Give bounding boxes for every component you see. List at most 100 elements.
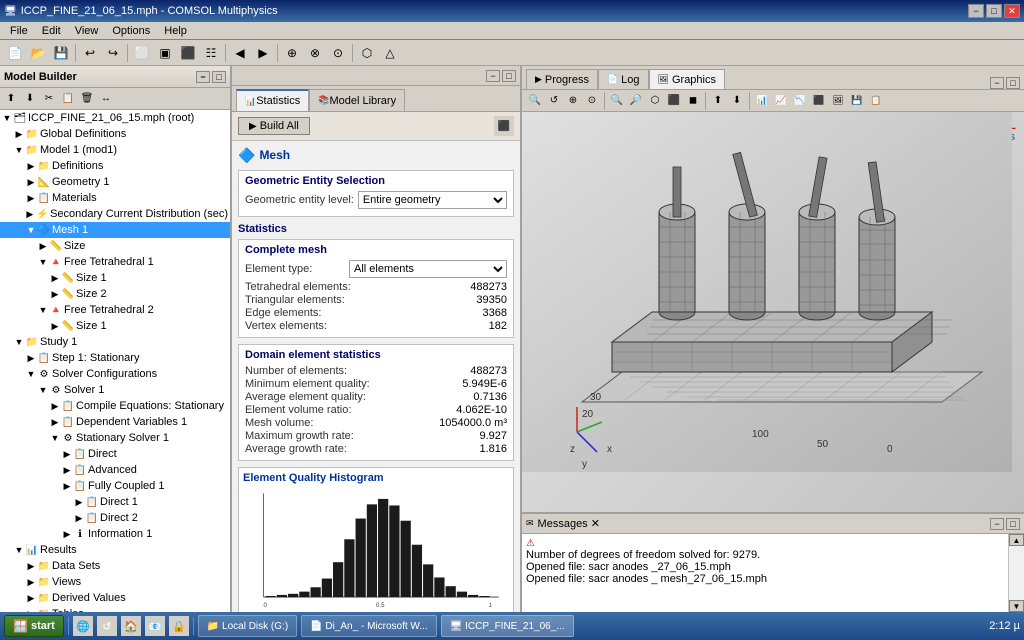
start-button[interactable]: 🪟 start — [4, 615, 64, 637]
tree-expand-button[interactable]: ▶ — [50, 289, 60, 300]
tree-expand-button[interactable]: ▼ — [14, 337, 24, 347]
tab-graphics[interactable]: 🖼 Graphics — [649, 69, 725, 89]
taskbar-icon4[interactable]: 📧 — [145, 616, 165, 636]
tree-item[interactable]: ▶📐Geometry 1 — [0, 174, 230, 190]
tree-expand-button[interactable]: ▶ — [14, 129, 24, 140]
taskbar-icon5[interactable]: 🔒 — [169, 616, 189, 636]
messages-max-button[interactable]: □ — [1006, 518, 1020, 530]
entity-level-select[interactable]: Entire geometry — [358, 191, 507, 209]
menu-file[interactable]: File — [4, 24, 34, 38]
tree-item[interactable]: ▶📋Materials — [0, 190, 230, 206]
middle-max-button[interactable]: □ — [502, 70, 516, 82]
gfx-tb9[interactable]: ◼ — [684, 92, 702, 110]
tree-expand-button[interactable]: ▶ — [26, 193, 36, 204]
tree-item[interactable]: ▼📁Model 1 (mod1) — [0, 142, 230, 158]
tree-expand-button[interactable]: ▼ — [38, 385, 48, 395]
tb10[interactable]: ⊗ — [304, 42, 326, 64]
gfx-tb8[interactable]: ⬛ — [665, 92, 683, 110]
tree-expand-button[interactable]: ▶ — [62, 465, 72, 476]
tree-item[interactable]: ▼⚙Stationary Solver 1 — [0, 430, 230, 446]
gfx-tb6[interactable]: 🔎 — [627, 92, 645, 110]
tree-expand-button[interactable]: ▼ — [26, 369, 36, 379]
tree-item[interactable]: ▼🔺Free Tetrahedral 1 — [0, 254, 230, 270]
gfx-tb3[interactable]: ⊕ — [564, 92, 582, 110]
messages-min-button[interactable]: − — [990, 518, 1004, 530]
tree-tb3[interactable]: ✂ — [40, 90, 58, 108]
gfx-tb4[interactable]: ⊙ — [583, 92, 601, 110]
tree-expand-button[interactable]: ▶ — [38, 241, 48, 252]
tb11[interactable]: ⊙ — [327, 42, 349, 64]
tree-item[interactable]: ▶📋Fully Coupled 1 — [0, 478, 230, 494]
gfx-tb15[interactable]: ⬛ — [810, 92, 828, 110]
menu-edit[interactable]: Edit — [36, 24, 67, 38]
maximize-button[interactable]: □ — [986, 4, 1002, 18]
tree-item[interactable]: ▶📋Direct 2 — [0, 510, 230, 526]
tree-expand-button[interactable]: ▶ — [50, 273, 60, 284]
tb12[interactable]: ⬡ — [356, 42, 378, 64]
tree-item[interactable]: ▼🔷Mesh 1 — [0, 222, 230, 238]
tree-expand-button[interactable]: ▼ — [38, 305, 48, 315]
tree-item[interactable]: ▶📏Size 2 — [0, 286, 230, 302]
tree-item[interactable]: ▶📋Dependent Variables 1 — [0, 414, 230, 430]
build-all-button[interactable]: ▶ Build All — [238, 117, 310, 135]
gfx-tb12[interactable]: 📊 — [753, 92, 771, 110]
middle-icon1[interactable]: ⬛ — [494, 116, 514, 136]
tb6[interactable]: ☷ — [200, 42, 222, 64]
tree-expand-button[interactable]: ▶ — [50, 321, 60, 332]
tree-tb4[interactable]: 📋 — [59, 90, 77, 108]
tree-item[interactable]: ▶📁Derived Values — [0, 590, 230, 606]
taskbar-comsol[interactable]: 🖥 ICCP_FINE_21_06_... — [441, 615, 574, 637]
tb7[interactable]: ◀ — [229, 42, 251, 64]
open-button[interactable]: 📂 — [27, 42, 49, 64]
element-type-select[interactable]: All elements — [349, 260, 507, 278]
panel-max-button[interactable]: □ — [212, 71, 226, 83]
tree-item[interactable]: ▼🗂ICCP_FINE_21_06_15.mph (root) — [0, 110, 230, 126]
tree-expand-button[interactable]: ▶ — [62, 449, 72, 460]
graphics-view[interactable]: COMSOL MULTIPHYSICS — [522, 112, 1024, 512]
tree-expand-button[interactable]: ▼ — [26, 225, 36, 235]
menu-help[interactable]: Help — [158, 24, 193, 38]
tree-expand-button[interactable]: ▶ — [25, 209, 35, 220]
tree-item[interactable]: ▼⚙Solver 1 — [0, 382, 230, 398]
tree-item[interactable]: ▶📏Size 1 — [0, 318, 230, 334]
tree-expand-button[interactable]: ▶ — [62, 529, 72, 540]
new-button[interactable]: 📄 — [4, 42, 26, 64]
gfx-tb17[interactable]: 💾 — [848, 92, 866, 110]
tree-expand-button[interactable]: ▶ — [74, 497, 84, 508]
tree-item[interactable]: ▼🔺Free Tetrahedral 2 — [0, 302, 230, 318]
taskbar-word[interactable]: 📄 Di_An_ - Microsoft W... — [301, 615, 436, 637]
tree-item[interactable]: ▶ℹInformation 1 — [0, 526, 230, 542]
tab-progress[interactable]: ▶ Progress — [526, 69, 598, 89]
right-min-button[interactable]: − — [990, 77, 1004, 89]
tree-expand-button[interactable]: ▶ — [50, 401, 60, 412]
tree-expand-button[interactable]: ▶ — [26, 561, 36, 572]
tb8[interactable]: ▶ — [252, 42, 274, 64]
tb5[interactable]: ⬛ — [177, 42, 199, 64]
tree-item[interactable]: ▶📋Compile Equations: Stationary — [0, 398, 230, 414]
tb9[interactable]: ⊕ — [281, 42, 303, 64]
messages-scrollbar[interactable]: ▲ ▼ — [1008, 534, 1024, 612]
tb13[interactable]: △ — [379, 42, 401, 64]
tree-item[interactable]: ▼⚙Solver Configurations — [0, 366, 230, 382]
tab-statistics[interactable]: 📊 Statistics — [236, 89, 309, 111]
tree-expand-button[interactable]: ▶ — [26, 161, 36, 172]
tb4[interactable]: ▣ — [154, 42, 176, 64]
taskbar-icon2[interactable]: ↺ — [97, 616, 117, 636]
tree-expand-button[interactable]: ▼ — [50, 433, 60, 443]
tree-expand-button[interactable]: ▶ — [62, 481, 72, 492]
gfx-tb13[interactable]: 📈 — [772, 92, 790, 110]
tree-item[interactable]: ▶📋Advanced — [0, 462, 230, 478]
tree-item[interactable]: ▶📋Direct 1 — [0, 494, 230, 510]
tab-log[interactable]: 📄 Log — [598, 69, 649, 89]
tree-item[interactable]: ▼📁Study 1 — [0, 334, 230, 350]
scroll-up-button[interactable]: ▲ — [1009, 534, 1024, 546]
tree-expand-button[interactable]: ▶ — [74, 513, 84, 524]
taskbar-icon3[interactable]: 🏠 — [121, 616, 141, 636]
gfx-tb11[interactable]: ⬇ — [728, 92, 746, 110]
tree-item[interactable]: ▶📏Size — [0, 238, 230, 254]
tree-item[interactable]: ▶📏Size 1 — [0, 270, 230, 286]
tree-expand-button[interactable]: ▼ — [14, 145, 24, 155]
gfx-tb18[interactable]: 📋 — [867, 92, 885, 110]
tree-tb6[interactable]: ↔ — [97, 90, 115, 108]
tree-tb1[interactable]: ⬆ — [2, 90, 20, 108]
